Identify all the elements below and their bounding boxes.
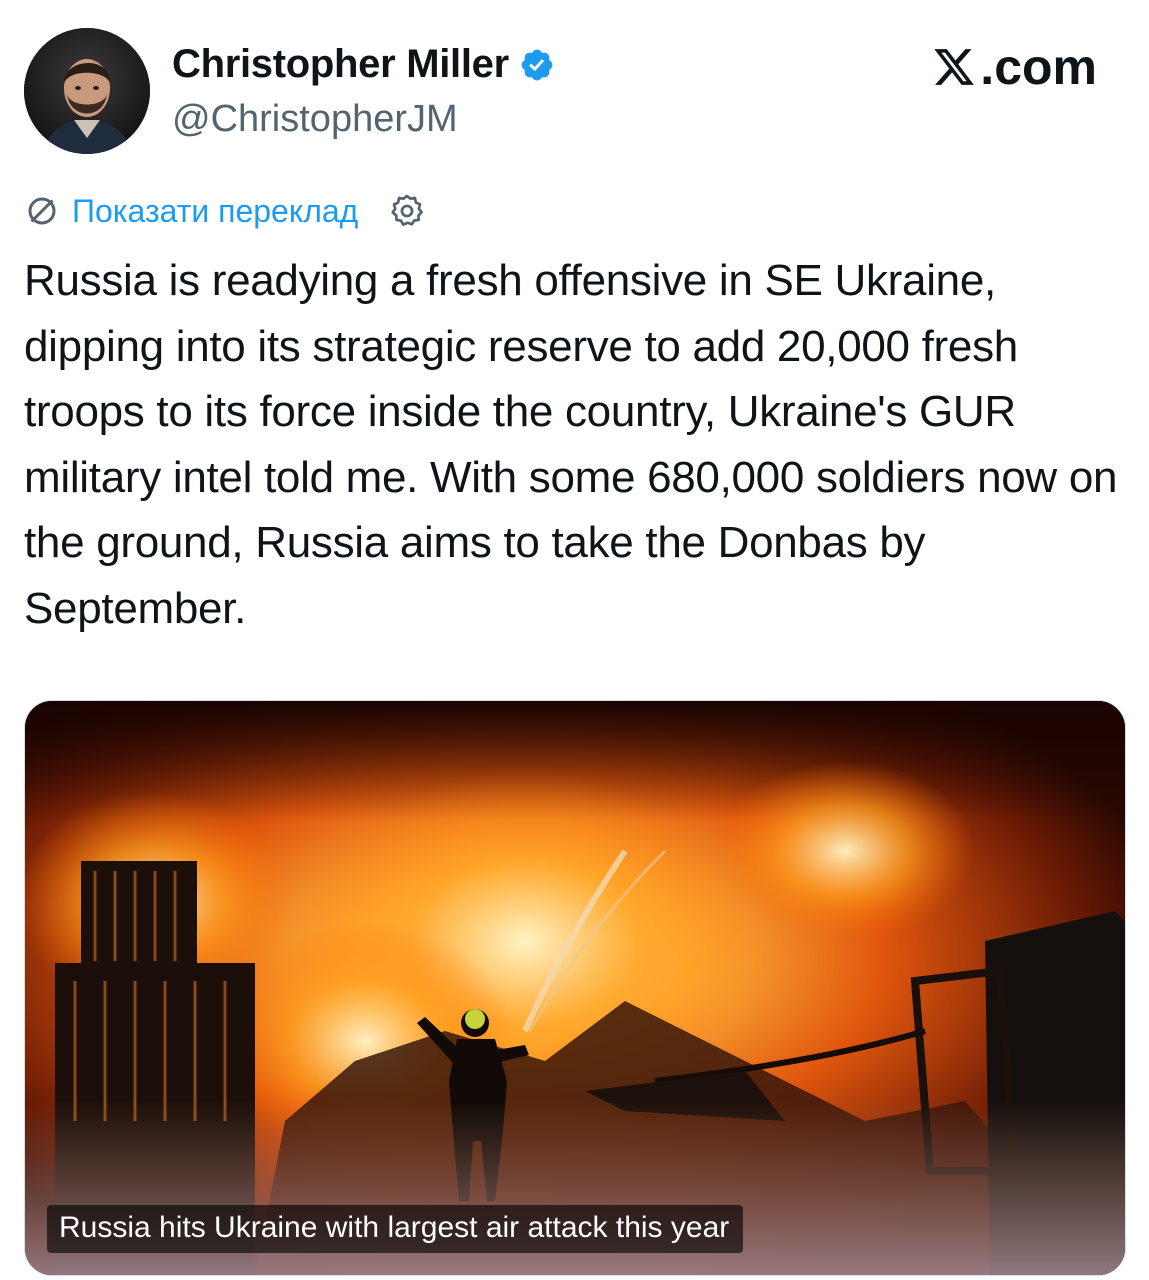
verified-badge-icon [521, 49, 553, 80]
show-translation-label[interactable]: Показати переклад [72, 193, 358, 230]
media-caption: Russia hits Ukraine with largest air att… [47, 1205, 744, 1253]
avatar-photo [24, 28, 150, 154]
author-name-text[interactable]: Christopher Miller [172, 42, 509, 87]
x-com-text: .com [980, 39, 1097, 95]
link-preview-card[interactable]: Russia hits Ukraine with largest air att… [24, 700, 1126, 1276]
show-translation-link[interactable]: Показати переклад [24, 192, 426, 230]
x-logo-icon [934, 49, 975, 85]
x-com-logo: .com [932, 38, 1097, 96]
author-handle[interactable]: @ChristopherJM [172, 98, 458, 141]
author-name[interactable]: Christopher Miller [172, 42, 555, 87]
gear-icon[interactable] [388, 192, 426, 230]
firefighter-fire-photo [25, 701, 1125, 1275]
translate-icon [28, 197, 56, 225]
avatar[interactable] [24, 28, 150, 154]
tweet-text: Russia is readying a fresh offensive in … [24, 256, 1118, 633]
